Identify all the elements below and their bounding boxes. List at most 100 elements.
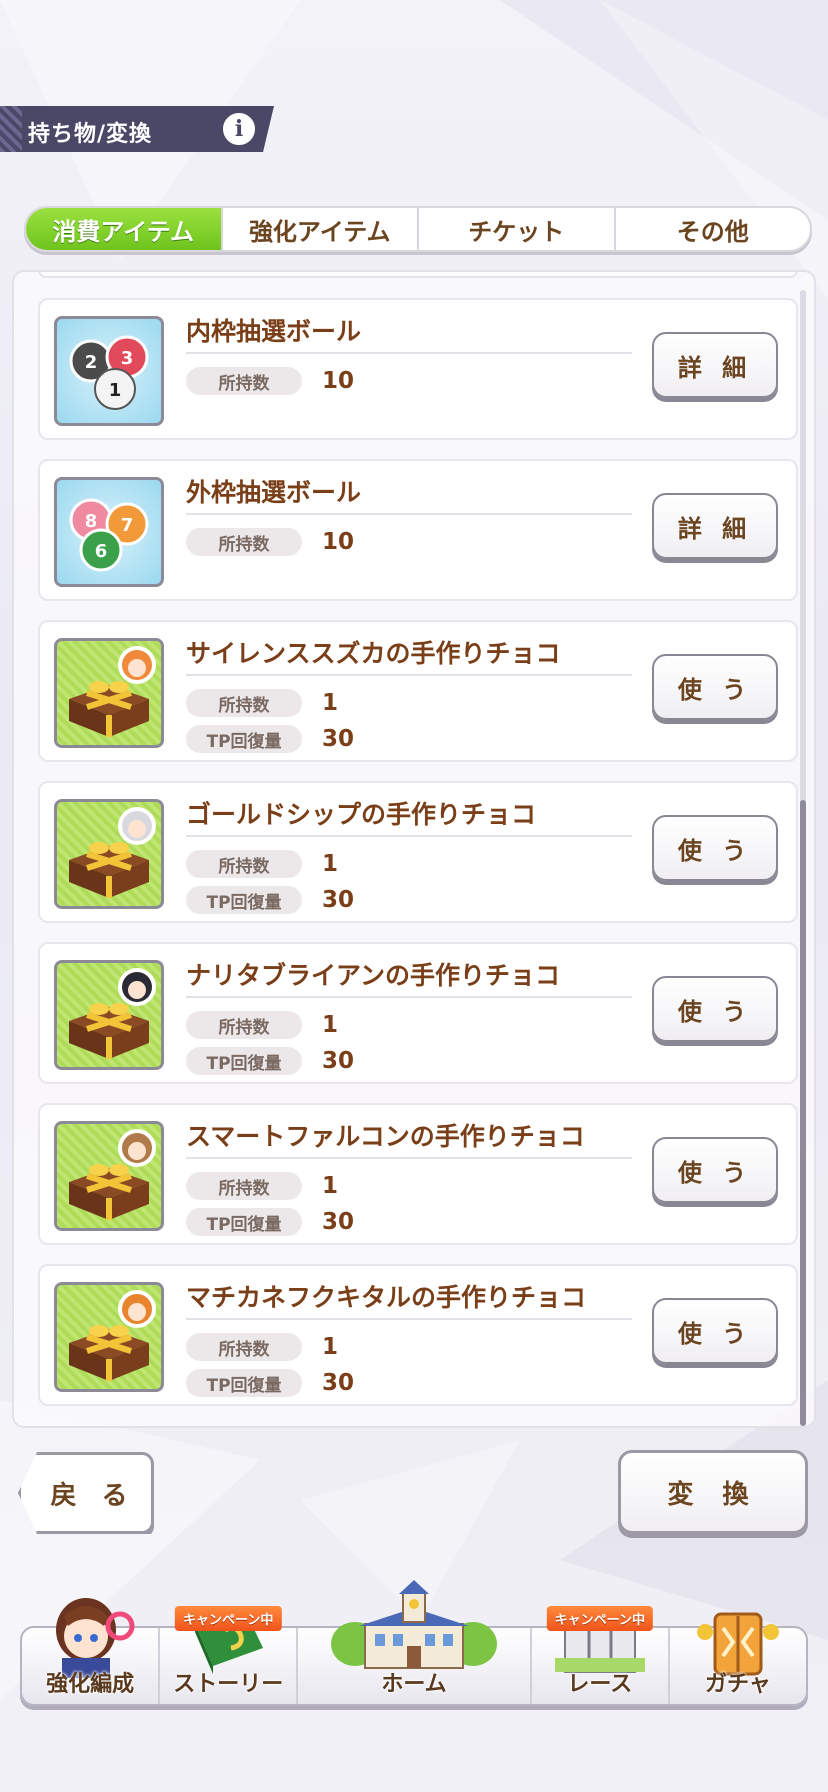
list-item: スマートファルコンの手作りチョコ 所持数 1 TP回復量 30 使 う: [38, 1103, 798, 1245]
item-name: マチカネフクキタルの手作りチョコ: [186, 1283, 587, 1312]
item-name: ナリタブライアンの手作りチョコ: [186, 961, 561, 990]
use-button[interactable]: 使 う: [652, 1298, 778, 1364]
divider: [186, 513, 632, 515]
ball-number: 7: [121, 515, 134, 536]
nav-story[interactable]: キャンペーン中 ストーリー: [158, 1606, 296, 1704]
owned-row: 所持数 1: [186, 1010, 338, 1040]
owned-label: 所持数: [186, 850, 302, 878]
item-name: 内枠抽選ボール: [186, 317, 362, 346]
owned-row: 所持数 10: [186, 527, 354, 557]
tp-label: TP回復量: [186, 725, 302, 753]
tp-row: TP回復量 30: [186, 1207, 354, 1237]
home-building-icon: [331, 1580, 497, 1669]
divider: [186, 674, 632, 676]
owned-label: 所持数: [186, 689, 302, 717]
item-name: ゴールドシップの手作りチョコ: [186, 800, 537, 829]
nav-label: レース: [567, 1672, 633, 1697]
owned-label: 所持数: [186, 1011, 302, 1039]
list-item: サイレンススズカの手作りチョコ 所持数 1 TP回復量 30 使 う: [38, 620, 798, 762]
bottom-nav: 強化編成 キャンペーン中 ストーリー ホーム キャンペーン中 レース ガチャ: [20, 1580, 808, 1706]
list-item: ナリタブライアンの手作りチョコ 所持数 1 TP回復量 30 使 う: [38, 942, 798, 1084]
owned-row: 所持数 1: [186, 688, 338, 718]
item-list[interactable]: 2 3 1 内枠抽選ボール 所持数 10 詳 細 8 7 6 外枠抽選ボール 所…: [12, 270, 816, 1428]
use-button[interactable]: 使 う: [652, 815, 778, 881]
owned-count: 10: [322, 368, 355, 394]
use-button[interactable]: 使 う: [652, 976, 778, 1042]
nav-label: 強化編成: [46, 1672, 135, 1697]
tp-row: TP回復量 30: [186, 724, 354, 754]
tp-row: TP回復量 30: [186, 1046, 354, 1076]
use-button[interactable]: 使 う: [652, 654, 778, 720]
owned-row: 所持数 10: [186, 366, 354, 396]
detail-button[interactable]: 詳 細: [652, 332, 778, 398]
item-category-tabs: 消費アイテム 強化アイテム チケット その他: [24, 206, 812, 252]
handmade-choco-icon: [54, 638, 164, 748]
tp-value: 30: [322, 887, 355, 913]
divider: [186, 352, 632, 354]
tab-consumables[interactable]: 消費アイテム: [26, 208, 221, 250]
detail-button[interactable]: 詳 細: [652, 493, 778, 559]
divider: [186, 1157, 632, 1159]
outer-lottery-balls-icon: 8 7 6: [54, 477, 164, 587]
tp-label: TP回復量: [186, 886, 302, 914]
tp-value: 30: [322, 1370, 355, 1396]
item-name: サイレンススズカの手作りチョコ: [186, 639, 561, 668]
tp-label: TP回復量: [186, 1369, 302, 1397]
convert-button[interactable]: 変 換: [618, 1450, 808, 1534]
item-name: 外枠抽選ボール: [186, 478, 362, 507]
scrollbar-thumb[interactable]: [800, 800, 806, 1426]
owned-count: 1: [322, 1012, 339, 1038]
tab-tickets[interactable]: チケット: [417, 208, 614, 250]
owned-row: 所持数 1: [186, 849, 338, 879]
back-button[interactable]: 戻 る: [18, 1452, 154, 1534]
inner-lottery-balls-icon: 2 3 1: [54, 316, 164, 426]
list-item: 2 3 1 内枠抽選ボール 所持数 10 詳 細: [38, 298, 798, 440]
tp-value: 30: [322, 1209, 355, 1235]
tab-others[interactable]: その他: [613, 208, 811, 250]
ball-number: 1: [109, 380, 122, 401]
divider: [186, 835, 632, 837]
nav-label: ガチャ: [705, 1672, 771, 1697]
scrollbar[interactable]: [800, 290, 806, 1426]
item-name: スマートファルコンの手作りチョコ: [186, 1122, 585, 1151]
tp-label: TP回復量: [186, 1208, 302, 1236]
owned-label: 所持数: [186, 1333, 302, 1361]
tp-row: TP回復量 30: [186, 885, 354, 915]
ball-number: 3: [121, 348, 134, 369]
info-icon[interactable]: i: [220, 110, 258, 148]
page-title: 持ち物/変換: [28, 122, 153, 147]
character-icon: [56, 1598, 135, 1678]
nav-race[interactable]: キャンペーン中 レース: [529, 1606, 668, 1704]
ball-number: 8: [85, 511, 98, 532]
list-item: ゴールドシップの手作りチョコ 所持数 1 TP回復量 30 使 う: [38, 781, 798, 923]
ball-number: 2: [85, 352, 98, 373]
tp-value: 30: [322, 726, 355, 752]
list-item: 8 7 6 外枠抽選ボール 所持数 10 詳 細: [38, 459, 798, 601]
use-button[interactable]: 使 う: [652, 1137, 778, 1203]
owned-label: 所持数: [186, 528, 302, 556]
screen-header: 持ち物/変換 i: [0, 106, 274, 152]
nav-home[interactable]: ホーム: [296, 1580, 529, 1704]
campaign-badge: キャンペーン中: [546, 1606, 653, 1631]
nav-label: ホーム: [381, 1672, 447, 1697]
owned-count: 1: [322, 690, 339, 716]
previous-item-edge: [38, 272, 798, 278]
nav-gacha[interactable]: ガチャ: [667, 1612, 806, 1704]
nav-label: ストーリー: [173, 1672, 284, 1697]
owned-count: 1: [322, 851, 339, 877]
tp-value: 30: [322, 1048, 355, 1074]
owned-count: 1: [322, 1173, 339, 1199]
owned-label: 所持数: [186, 367, 302, 395]
campaign-badge: キャンペーン中: [175, 1606, 282, 1631]
divider: [186, 1318, 632, 1320]
owned-count: 10: [322, 529, 355, 555]
owned-row: 所持数 1: [186, 1332, 338, 1362]
ball-number: 6: [95, 541, 108, 562]
handmade-choco-icon: [54, 960, 164, 1070]
divider: [186, 996, 632, 998]
owned-label: 所持数: [186, 1172, 302, 1200]
nav-enhance[interactable]: 強化編成: [22, 1598, 158, 1704]
tp-label: TP回復量: [186, 1047, 302, 1075]
list-item: マチカネフクキタルの手作りチョコ 所持数 1 TP回復量 30 使 う: [38, 1264, 798, 1406]
tab-enhancement-items[interactable]: 強化アイテム: [220, 208, 418, 250]
